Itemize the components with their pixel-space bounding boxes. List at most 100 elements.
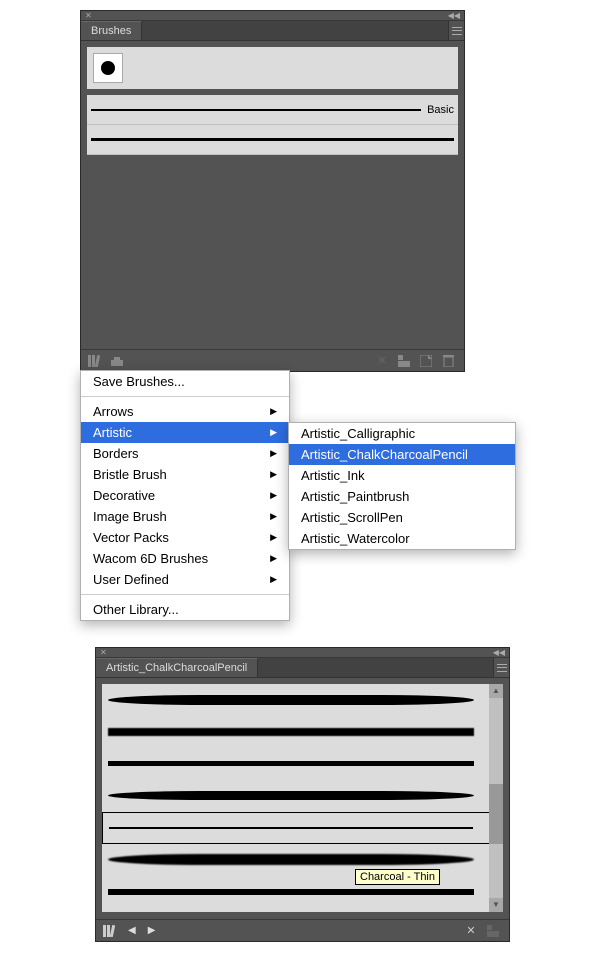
tooltip: Charcoal - Thin [355, 869, 440, 885]
stroke-preview [109, 827, 473, 829]
brush-round-thumbnail[interactable] [93, 53, 123, 83]
submenu-item[interactable]: Artistic_Ink [289, 465, 515, 486]
menu-label: User Defined [93, 572, 169, 587]
brush-stroke-item[interactable] [102, 876, 503, 908]
stroke-preview [108, 791, 474, 800]
remove-stroke-icon[interactable]: ✕ [461, 922, 481, 940]
menu-item-category[interactable]: Borders ▶ [81, 443, 289, 464]
hamburger-icon [452, 27, 462, 35]
menu-separator [81, 396, 289, 397]
dot-icon [101, 61, 115, 75]
brush-stroke-item[interactable] [102, 780, 503, 812]
menu-other-library[interactable]: Other Library... [81, 599, 289, 620]
submenu-arrow-icon: ▶ [270, 553, 277, 564]
submenu-arrow-icon: ▶ [270, 574, 277, 585]
tabs-row: Artistic_ChalkCharcoalPencil [96, 658, 509, 678]
scroll-up-icon[interactable]: ▲ [489, 684, 503, 698]
new-brush-icon[interactable] [416, 352, 436, 370]
brush-item-basic[interactable]: Basic [87, 95, 458, 125]
stroke-preview [108, 854, 474, 865]
stroke-preview [108, 728, 474, 736]
stroke-preview [108, 695, 474, 705]
menu-item-category[interactable]: Vector Packs ▶ [81, 527, 289, 548]
submenu-arrow-icon: ▶ [270, 406, 277, 417]
menu-item-category[interactable]: User Defined ▶ [81, 569, 289, 590]
scroll-down-icon[interactable]: ▼ [489, 898, 503, 912]
stroke-preview [108, 889, 474, 895]
menu-label: Decorative [93, 488, 155, 503]
brush-stroke-item[interactable] [102, 844, 503, 876]
menu-label: Other Library... [93, 602, 179, 617]
menu-label: Artistic [93, 425, 132, 440]
close-icon[interactable]: ✕ [85, 11, 92, 20]
menu-label: Artistic_Ink [301, 468, 365, 483]
panel-footer: ◀ ▶ ✕ [96, 919, 509, 941]
submenu-arrow-icon: ▶ [270, 469, 277, 480]
menu-item-category[interactable]: Image Brush ▶ [81, 506, 289, 527]
menu-save-brushes[interactable]: Save Brushes... [81, 371, 289, 392]
stroke-preview [91, 138, 454, 141]
menu-label: Wacom 6D Brushes [93, 551, 208, 566]
submenu-arrow-icon: ▶ [270, 511, 277, 522]
tab-brushes[interactable]: Brushes [81, 21, 142, 40]
submenu-arrow-icon: ▶ [270, 490, 277, 501]
options-icon[interactable] [107, 352, 127, 370]
chalk-charcoal-panel: ✕ ◀◀ Artistic_ChalkCharcoalPencil ▲ ▼ ◀ … [95, 647, 510, 942]
brush-label: Basic [427, 104, 454, 116]
menu-item-category[interactable]: Bristle Brush ▶ [81, 464, 289, 485]
menu-label: Save Brushes... [93, 374, 185, 389]
menu-item-category[interactable]: Artistic ▶ [81, 422, 289, 443]
remove-stroke-icon[interactable]: ✕ [372, 352, 392, 370]
brush-list: Basic [87, 95, 458, 155]
library-menu-icon[interactable] [100, 922, 120, 940]
brush-stroke-item[interactable] [102, 748, 503, 780]
brush-strokes-list: ▲ ▼ [102, 684, 503, 912]
submenu-item[interactable]: Artistic_ChalkCharcoalPencil [289, 444, 515, 465]
submenu-item[interactable]: Artistic_ScrollPen [289, 507, 515, 528]
artistic-submenu: Artistic_Calligraphic Artistic_ChalkCharc… [288, 422, 516, 550]
collapse-icon[interactable]: ◀◀ [493, 648, 505, 657]
panel-menu-button[interactable] [448, 21, 464, 40]
tab-chalk-charcoal[interactable]: Artistic_ChalkCharcoalPencil [96, 658, 258, 677]
menu-label: Borders [93, 446, 139, 461]
next-library-icon[interactable]: ▶ [148, 925, 156, 936]
hamburger-icon [497, 664, 507, 672]
panel-menu-button[interactable] [493, 658, 509, 677]
menu-label: Artistic_Paintbrush [301, 489, 409, 504]
scroll-thumb[interactable] [489, 784, 503, 844]
brush-thumbnail-area [87, 47, 458, 89]
menu-label: Vector Packs [93, 530, 169, 545]
brush-stroke-item[interactable] [102, 716, 503, 748]
submenu-item[interactable]: Artistic_Paintbrush [289, 486, 515, 507]
submenu-arrow-icon: ▶ [270, 427, 277, 438]
submenu-item[interactable]: Artistic_Calligraphic [289, 423, 515, 444]
menu-label: Arrows [93, 404, 133, 419]
collapse-icon[interactable]: ◀◀ [448, 11, 460, 20]
library-menu-icon[interactable] [85, 352, 105, 370]
menu-label: Image Brush [93, 509, 167, 524]
scrollbar[interactable]: ▲ ▼ [489, 684, 503, 912]
brush-stroke-item[interactable] [102, 684, 503, 716]
panel-footer: ✕ [81, 349, 464, 371]
menu-separator [81, 594, 289, 595]
menu-label: Artistic_ChalkCharcoalPencil [301, 447, 468, 462]
close-icon[interactable]: ✕ [100, 648, 107, 657]
menu-label: Artistic_Watercolor [301, 531, 410, 546]
options-brush-icon[interactable] [394, 352, 414, 370]
options-brush-icon[interactable] [483, 922, 503, 940]
submenu-item[interactable]: Artistic_Watercolor [289, 528, 515, 549]
brush-item-rough[interactable] [87, 125, 458, 155]
panel-titlebar: ✕ ◀◀ [96, 648, 509, 658]
brush-stroke-item-selected[interactable] [102, 812, 503, 844]
brushes-panel: ✕ ◀◀ Brushes Basic ✕ [80, 10, 465, 372]
menu-item-category[interactable]: Wacom 6D Brushes ▶ [81, 548, 289, 569]
submenu-arrow-icon: ▶ [270, 448, 277, 459]
menu-label: Bristle Brush [93, 467, 167, 482]
stroke-preview [91, 109, 421, 111]
menu-label: Artistic_ScrollPen [301, 510, 403, 525]
menu-item-category[interactable]: Decorative ▶ [81, 485, 289, 506]
menu-item-category[interactable]: Arrows ▶ [81, 401, 289, 422]
delete-icon[interactable] [438, 352, 458, 370]
prev-library-icon[interactable]: ◀ [128, 925, 136, 936]
submenu-arrow-icon: ▶ [270, 532, 277, 543]
